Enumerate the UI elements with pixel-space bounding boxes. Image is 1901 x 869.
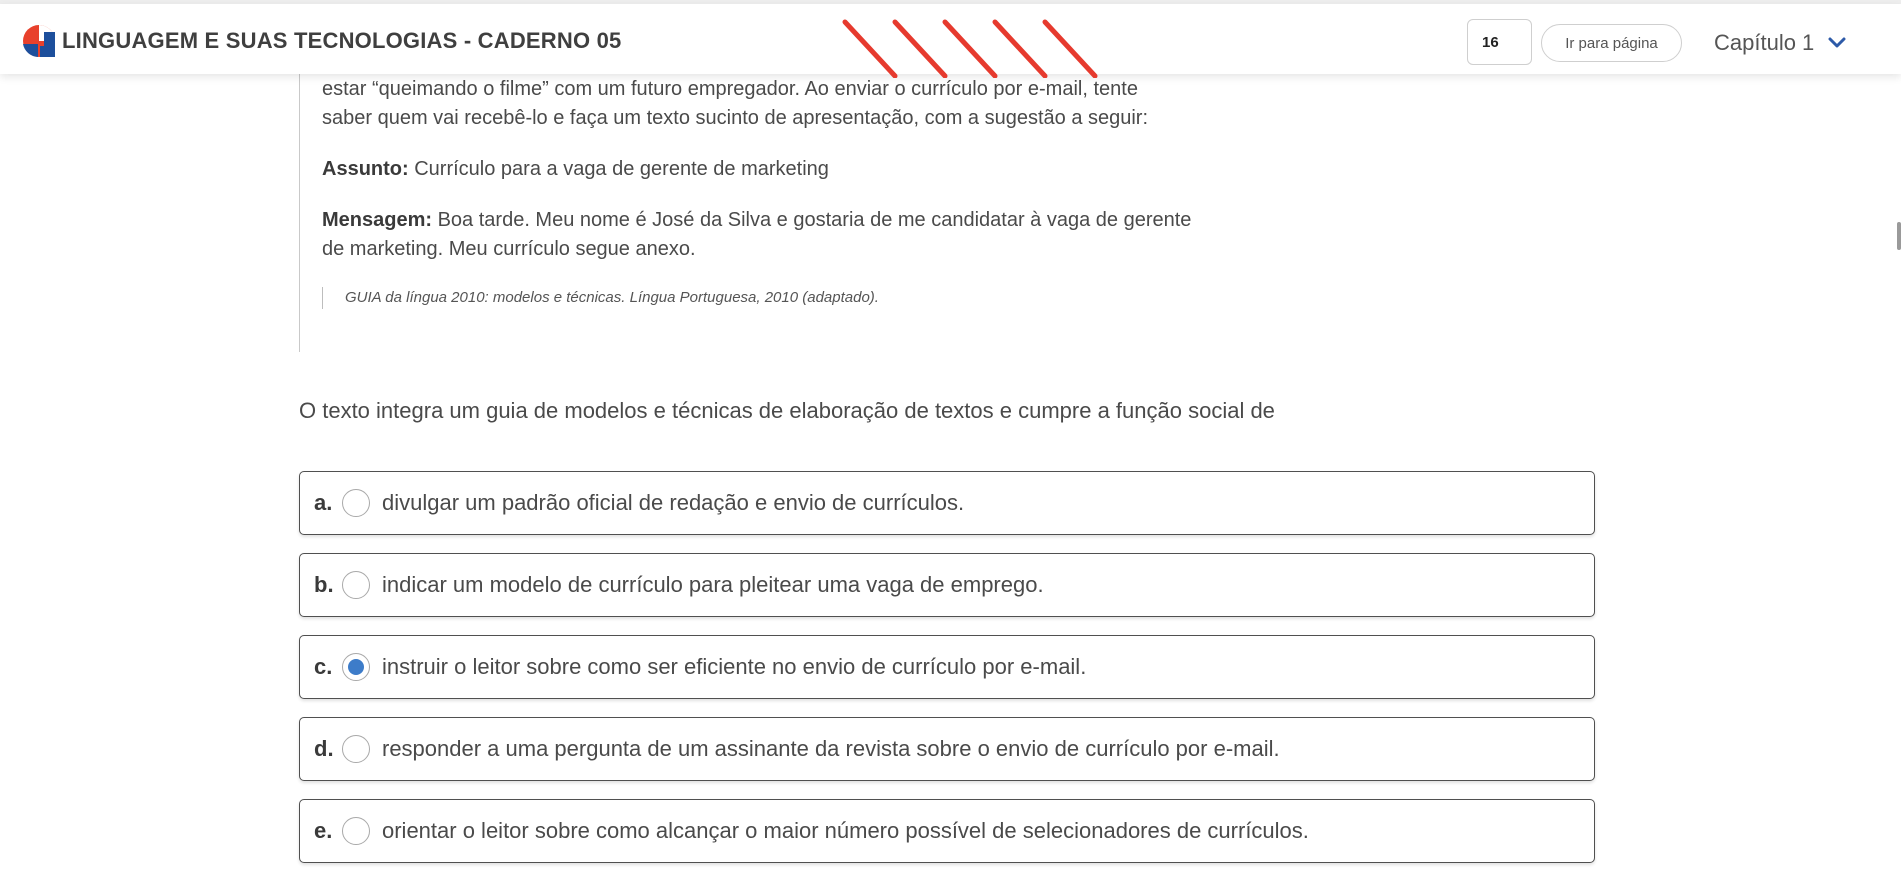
answer-option-c[interactable]: c. instruir o leitor sobre como ser efic… bbox=[299, 635, 1595, 699]
article-line: saber quem vai recebê-lo e faça um texto… bbox=[322, 107, 1149, 129]
option-text: responder a uma pergunta de um assinante… bbox=[382, 736, 1280, 761]
message-text: Boa tarde. Meu nome é José da Silva e go… bbox=[437, 209, 1192, 231]
article-quote-bar bbox=[299, 74, 300, 352]
answer-option-d[interactable]: d. responder a uma pergunta de um assina… bbox=[299, 717, 1595, 781]
option-text: orientar o leitor sobre como alcançar o … bbox=[382, 818, 1309, 843]
message-paragraph: Mensagem: Boa tarde. Meu nome é José da … bbox=[322, 206, 1282, 264]
radio-selected-dot bbox=[348, 659, 364, 675]
option-letter: d. bbox=[314, 736, 334, 761]
article-paragraph: estar “queimando o filme” com um futuro … bbox=[322, 75, 1282, 133]
answer-option-b[interactable]: b. indicar um modelo de currículo para p… bbox=[299, 553, 1595, 617]
subject-line: Assunto: Currículo para a vaga de gerent… bbox=[322, 155, 1282, 184]
answer-option-e[interactable]: e. orientar o leitor sobre como alcançar… bbox=[299, 799, 1595, 863]
logo-icon bbox=[23, 25, 55, 57]
source-citation: GUIA da língua 2010: modelos e técnicas.… bbox=[322, 287, 879, 309]
message-text-continued: de marketing. Meu currículo segue anexo. bbox=[322, 238, 696, 260]
option-letter: c. bbox=[314, 654, 333, 679]
option-text: divulgar um padrão oficial de redação e … bbox=[382, 490, 965, 515]
decorative-stripes bbox=[842, 19, 1098, 78]
subject-label: Assunto: bbox=[322, 158, 409, 180]
subject-text: Currículo para a vaga de gerente de mark… bbox=[414, 158, 829, 180]
book-title: LINGUAGEM E SUAS TECNOLOGIAS - CADERNO 0… bbox=[62, 28, 622, 53]
answer-option-a[interactable]: a. divulgar um padrão oficial de redação… bbox=[299, 471, 1595, 535]
page: LINGUAGEM E SUAS TECNOLOGIAS - CADERNO 0… bbox=[0, 0, 1901, 869]
message-label: Mensagem: bbox=[322, 209, 433, 231]
scrollbar-thumb[interactable] bbox=[1897, 222, 1901, 250]
chapter-dropdown[interactable]: Capítulo 1 bbox=[1714, 26, 1846, 60]
article-line: estar “queimando o filme” com um futuro … bbox=[322, 78, 1138, 100]
option-letter: b. bbox=[314, 572, 334, 597]
page-number-input[interactable] bbox=[1467, 19, 1532, 65]
top-bar: LINGUAGEM E SUAS TECNOLOGIAS - CADERNO 0… bbox=[0, 4, 1901, 78]
radio-button[interactable] bbox=[342, 489, 370, 517]
radio-button[interactable] bbox=[342, 571, 370, 599]
option-letter: e. bbox=[314, 818, 333, 843]
chapter-label: Capítulo 1 bbox=[1714, 30, 1815, 55]
radio-button[interactable] bbox=[342, 817, 370, 845]
chevron-down-icon bbox=[1828, 37, 1846, 48]
radio-button[interactable] bbox=[342, 735, 370, 763]
option-text: indicar um modelo de currículo para plei… bbox=[382, 572, 1044, 597]
question-prompt: O texto integra um guia de modelos e téc… bbox=[299, 398, 1275, 423]
option-text: instruir o leitor sobre como ser eficien… bbox=[382, 654, 1087, 679]
goto-page-button[interactable]: Ir para página bbox=[1541, 24, 1682, 62]
option-letter: a. bbox=[314, 490, 333, 515]
radio-button[interactable] bbox=[342, 653, 370, 681]
